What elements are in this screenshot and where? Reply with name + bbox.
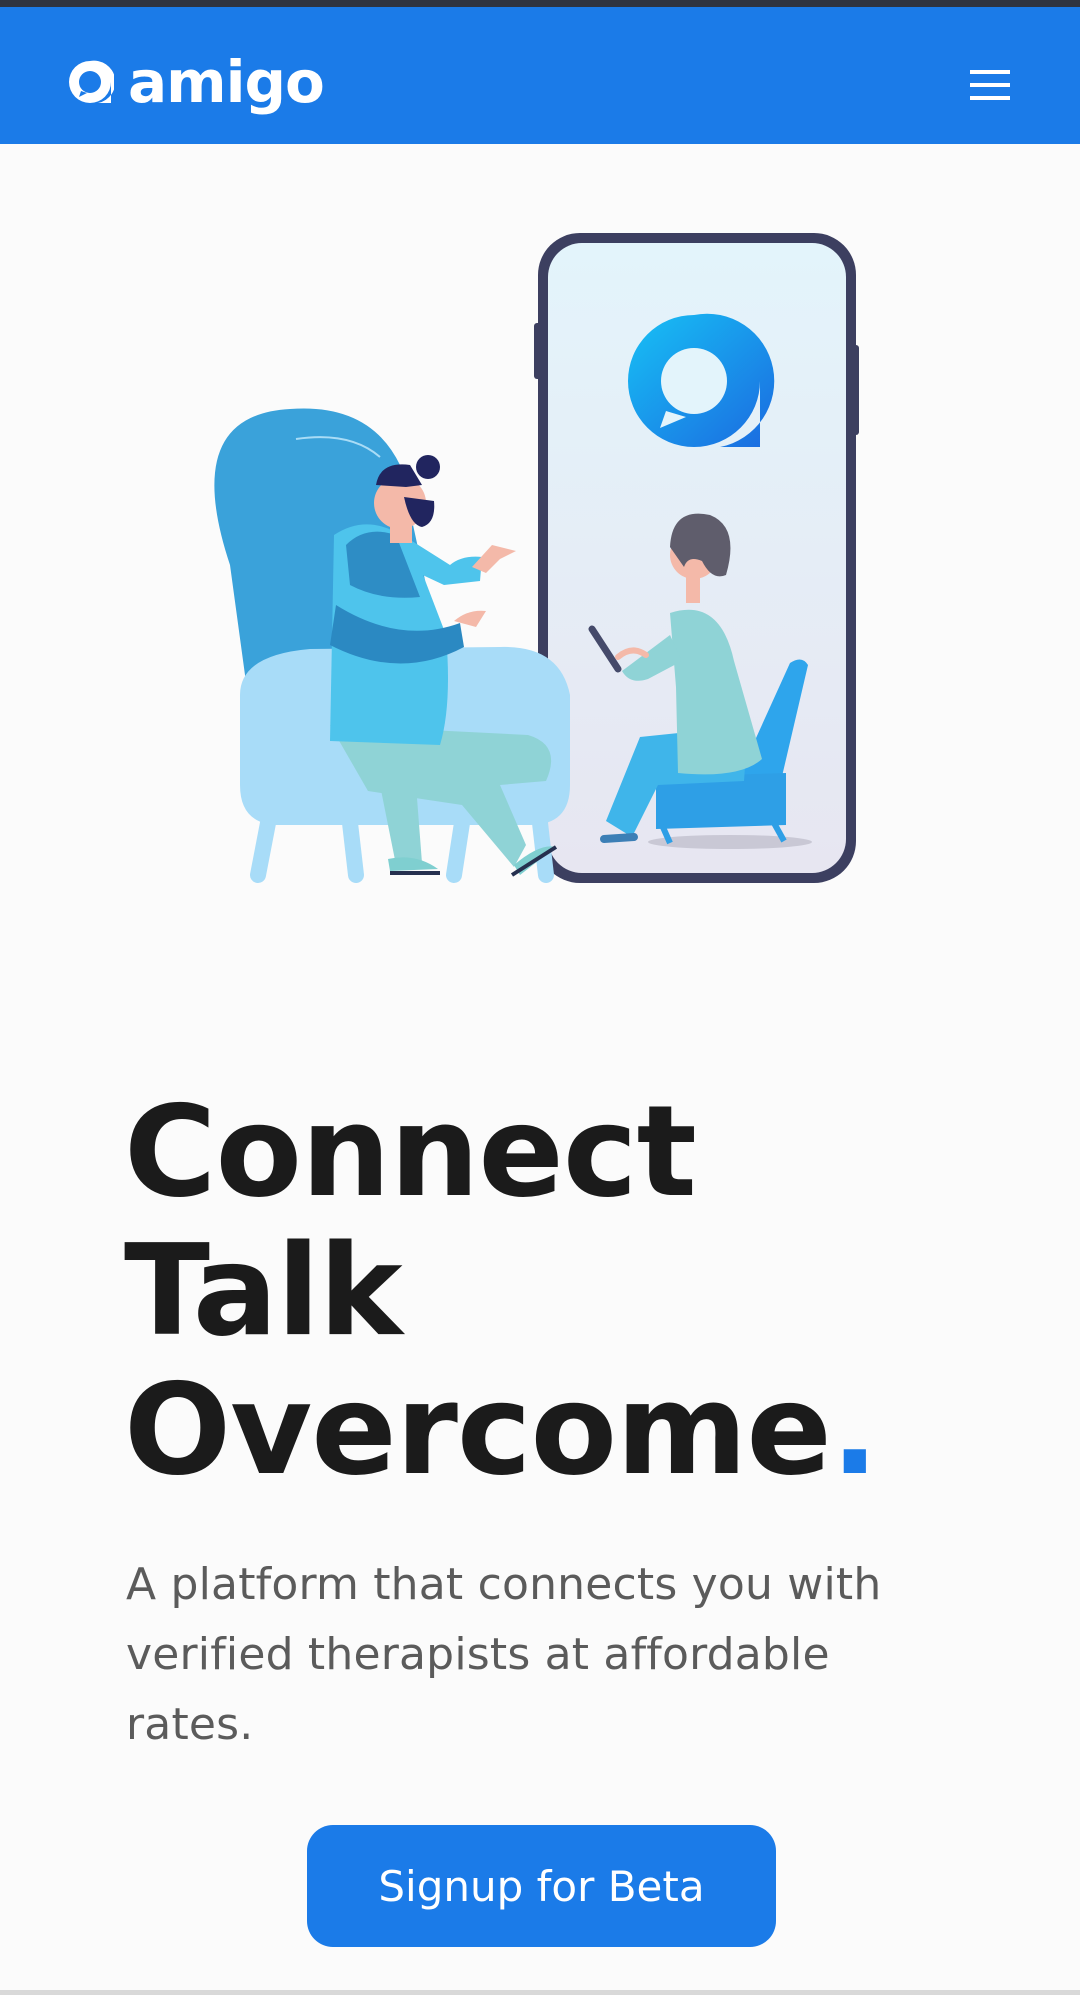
headline-line-1: Connect — [124, 1078, 697, 1225]
phone-illustration — [534, 233, 859, 883]
headline-line-2: Talk — [124, 1217, 403, 1364]
hero-subtitle: A platform that connects you with verifi… — [126, 1559, 882, 1750]
amigo-chat-bubble-icon — [69, 60, 114, 103]
status-bar-strip — [0, 0, 1080, 7]
hero-headline: Connect Talk Overcome. — [124, 1082, 1024, 1499]
therapy-session-illustration — [214, 233, 859, 883]
headline-line-3: Overcome. — [124, 1360, 1024, 1499]
brand-logo-link[interactable]: amigo — [66, 47, 325, 117]
headline-line-3-text: Overcome — [124, 1356, 832, 1503]
hamburger-menu-button[interactable] — [960, 55, 1020, 115]
headline-accent-dot: . — [830, 1356, 879, 1503]
brand-name: amigo — [128, 48, 325, 116]
hamburger-menu-icon — [970, 70, 1010, 100]
signup-for-beta-button[interactable]: Signup for Beta — [307, 1825, 776, 1947]
top-navbar: amigo — [0, 7, 1080, 144]
bottom-edge-strip — [0, 1990, 1080, 1995]
